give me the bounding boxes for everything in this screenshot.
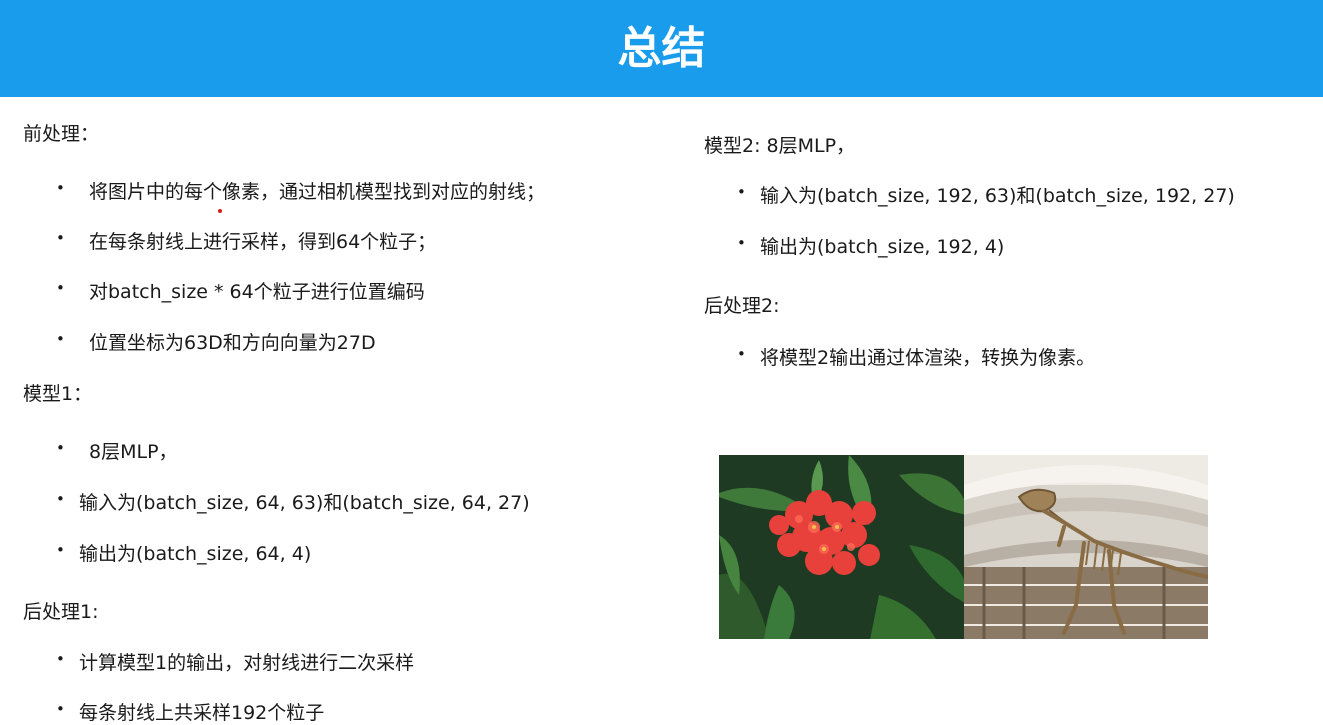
section-heading-postprocess1: 后处理1: bbox=[23, 601, 99, 623]
bullet-icon: • bbox=[56, 279, 65, 297]
trex-skeleton-photo bbox=[964, 455, 1208, 639]
section-heading-preprocess: 前处理： bbox=[23, 123, 100, 145]
section-heading-postprocess2: 后处理2: bbox=[704, 295, 780, 317]
bullet-icon: • bbox=[56, 650, 65, 668]
list-item-text: 位置坐标为63D和方向向量为27D bbox=[89, 332, 376, 354]
section-heading-model2: 模型2: 8层MLP， bbox=[704, 135, 856, 157]
list-item-text: 输入为(batch_size, 64, 63)和(batch_size, 64,… bbox=[79, 492, 530, 514]
list-item-text: 每条射线上共采样192个粒子 bbox=[79, 702, 325, 724]
list-item-text: 输入为(batch_size, 192, 63)和(batch_size, 19… bbox=[760, 185, 1235, 207]
bullet-icon: • bbox=[737, 234, 746, 252]
list-item-text: 输出为(batch_size, 192, 4) bbox=[760, 236, 1005, 258]
bullet-icon: • bbox=[56, 229, 65, 247]
bullet-icon: • bbox=[56, 700, 65, 718]
list-item-text: 8层MLP， bbox=[89, 441, 178, 463]
list-item-text: 将图片中的每个像素，通过相机模型找到对应的射线； bbox=[89, 181, 546, 203]
bullet-icon: • bbox=[56, 490, 65, 508]
list-item-text: 在每条射线上进行采样，得到64个粒子； bbox=[89, 231, 437, 253]
bullet-icon: • bbox=[56, 439, 65, 457]
slide-header: 总结 bbox=[0, 0, 1323, 97]
section-heading-model1: 模型1： bbox=[23, 383, 93, 405]
bullet-icon: • bbox=[56, 179, 65, 197]
bullet-icon: • bbox=[737, 183, 746, 201]
list-item-text: 计算模型1的输出，对射线进行二次采样 bbox=[79, 652, 415, 674]
bullet-icon: • bbox=[737, 345, 746, 363]
list-item-text: 将模型2输出通过体渲染，转换为像素。 bbox=[760, 347, 1096, 369]
slide-title: 总结 bbox=[617, 23, 706, 74]
bullet-icon: • bbox=[56, 330, 65, 348]
flower-photo bbox=[719, 455, 964, 639]
laser-pointer-dot bbox=[218, 209, 222, 213]
list-item-text: 输出为(batch_size, 64, 4) bbox=[79, 543, 312, 565]
list-item-text: 对batch_size * 64个粒子进行位置编码 bbox=[89, 281, 425, 303]
example-photos bbox=[719, 455, 1208, 639]
bullet-icon: • bbox=[56, 541, 65, 559]
left-column: 前处理： • 将图片中的每个像素，通过相机模型找到对应的射线； • 在每条射线上… bbox=[0, 97, 680, 725]
